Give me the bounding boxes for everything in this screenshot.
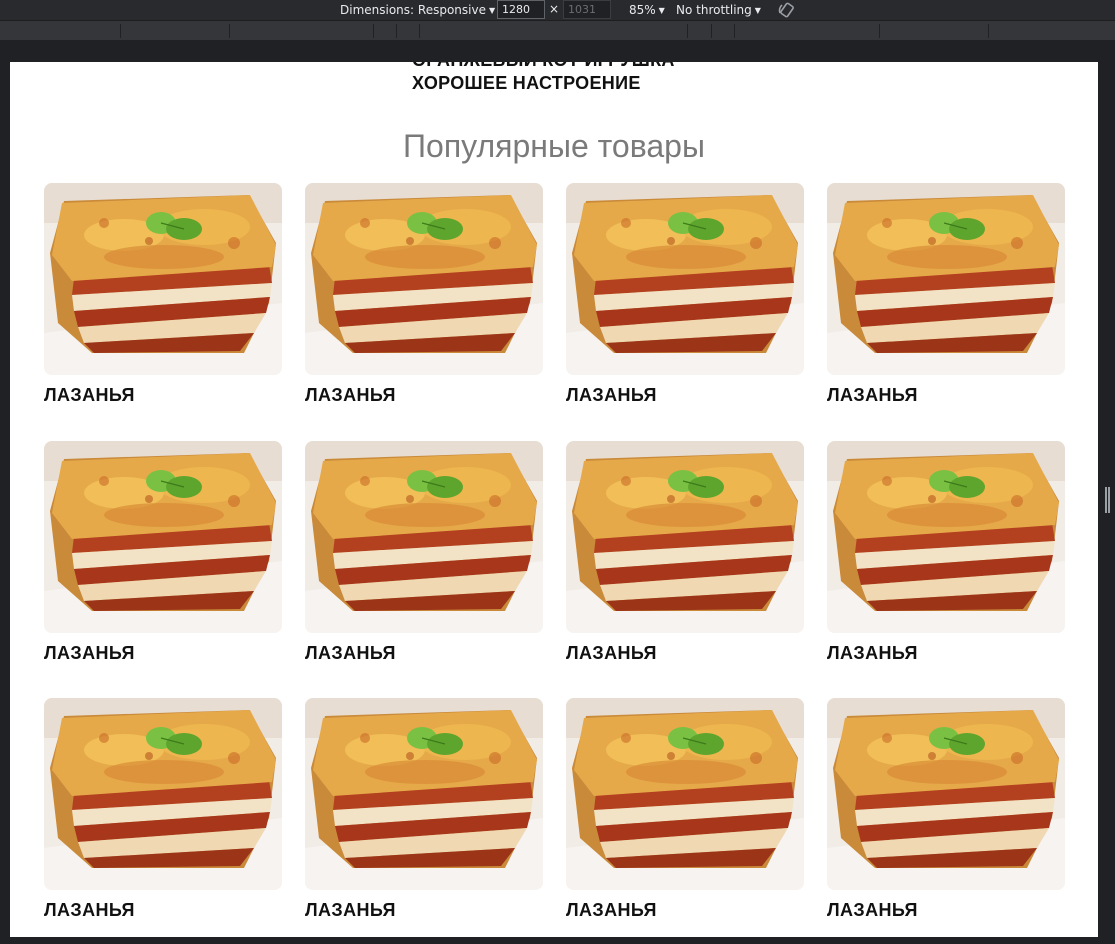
lasagna-image[interactable]	[566, 698, 804, 890]
product-card[interactable]: ЛАЗАНЬЯ	[566, 698, 804, 937]
width-input[interactable]	[497, 0, 545, 19]
product-card[interactable]: ЛАЗАНЬЯ	[44, 440, 282, 699]
product-card[interactable]: ЛАЗАНЬЯ	[305, 698, 543, 937]
product-title[interactable]: ЛАЗАНЬЯ	[566, 900, 804, 921]
ruler-tick	[229, 24, 230, 38]
product-card[interactable]: ЛАЗАНЬЯ	[827, 698, 1065, 937]
lasagna-image[interactable]	[827, 183, 1065, 375]
ruler-tick	[120, 24, 121, 38]
product-title[interactable]: ЛАЗАНЬЯ	[305, 900, 543, 921]
product-card[interactable]: ЛАЗАНЬЯ	[566, 183, 804, 441]
dimensions-dropdown[interactable]: Dimensions: Responsive ▼	[340, 2, 495, 18]
product-card[interactable]: ЛАЗАНЬЯ	[305, 183, 543, 441]
product-card[interactable]: ЛАЗАНЬЯ	[44, 183, 282, 441]
devtools-ruler	[0, 20, 1115, 40]
ruler-tick	[988, 24, 989, 38]
ruler-tick	[396, 24, 397, 38]
ruler-tick	[419, 24, 420, 38]
product-title[interactable]: ЛАЗАНЬЯ	[566, 385, 804, 406]
lasagna-image[interactable]	[44, 440, 282, 633]
product-title[interactable]: ЛАЗАНЬЯ	[44, 900, 282, 921]
product-title[interactable]: ЛАЗАНЬЯ	[44, 643, 282, 664]
ruler-tick	[373, 24, 374, 38]
ruler-tick	[734, 24, 735, 38]
product-title[interactable]: ЛАЗАНЬЯ	[44, 385, 282, 406]
page-viewport: ОРАНЖЕВЫЙ КОТ ИГРУШКА ХОРОШЕЕ НАСТРОЕНИЕ…	[10, 62, 1098, 937]
ruler-tick	[879, 24, 880, 38]
ruler-tick	[711, 24, 712, 38]
lasagna-image[interactable]	[44, 183, 282, 375]
dimensions-label: Dimensions: Responsive	[340, 3, 486, 17]
product-title[interactable]: ЛАЗАНЬЯ	[305, 385, 543, 406]
lasagna-image[interactable]	[566, 440, 804, 633]
section-title: Популярные товары	[403, 128, 705, 164]
zoom-label: 85%	[629, 3, 656, 17]
product-title[interactable]: ЛАЗАНЬЯ	[827, 643, 1065, 664]
dimension-separator: ×	[549, 2, 560, 16]
product-title[interactable]: ЛАЗАНЬЯ	[305, 643, 543, 664]
hero-text-line-1: ОРАНЖЕВЫЙ КОТ ИГРУШКА	[412, 62, 675, 71]
ruler-tick	[687, 24, 688, 38]
height-input[interactable]	[563, 0, 611, 19]
lasagna-image[interactable]	[305, 183, 543, 375]
product-card[interactable]: ЛАЗАНЬЯ	[827, 183, 1065, 441]
lasagna-image[interactable]	[305, 440, 543, 633]
product-card[interactable]: ЛАЗАНЬЯ	[827, 440, 1065, 699]
resize-handle-icon[interactable]	[1105, 487, 1110, 513]
caret-down-icon: ▼	[754, 6, 761, 15]
product-title[interactable]: ЛАЗАНЬЯ	[827, 385, 1065, 406]
product-title[interactable]: ЛАЗАНЬЯ	[827, 900, 1065, 921]
lasagna-image[interactable]	[827, 440, 1065, 633]
lasagna-image[interactable]	[44, 698, 282, 890]
devtools-device-toolbar: Dimensions: Responsive▼ × 85%▼ No thrott…	[0, 0, 1115, 20]
product-card[interactable]: ЛАЗАНЬЯ	[305, 440, 543, 699]
lasagna-image[interactable]	[566, 183, 804, 375]
caret-down-icon: ▼	[658, 6, 665, 15]
throttling-dropdown[interactable]: No throttling ▼	[676, 2, 761, 18]
product-card[interactable]: ЛАЗАНЬЯ	[566, 440, 804, 699]
zoom-dropdown[interactable]: 85% ▼	[629, 2, 665, 18]
hero-text-line-2: ХОРОШЕЕ НАСТРОЕНИЕ	[412, 73, 641, 93]
throttling-label: No throttling	[676, 3, 752, 17]
devtools-band	[0, 40, 1115, 62]
lasagna-image[interactable]	[305, 698, 543, 890]
rotate-icon[interactable]	[778, 1, 796, 19]
lasagna-image[interactable]	[827, 698, 1065, 890]
caret-down-icon: ▼	[488, 6, 496, 15]
product-card[interactable]: ЛАЗАНЬЯ	[44, 698, 282, 937]
product-title[interactable]: ЛАЗАНЬЯ	[566, 643, 804, 664]
product-grid: ЛАЗАНЬЯ ЛАЗАНЬЯ ЛАЗАНЬЯ ЛАЗАНЬЯ ЛАЗАНЬЯ …	[44, 183, 1065, 937]
